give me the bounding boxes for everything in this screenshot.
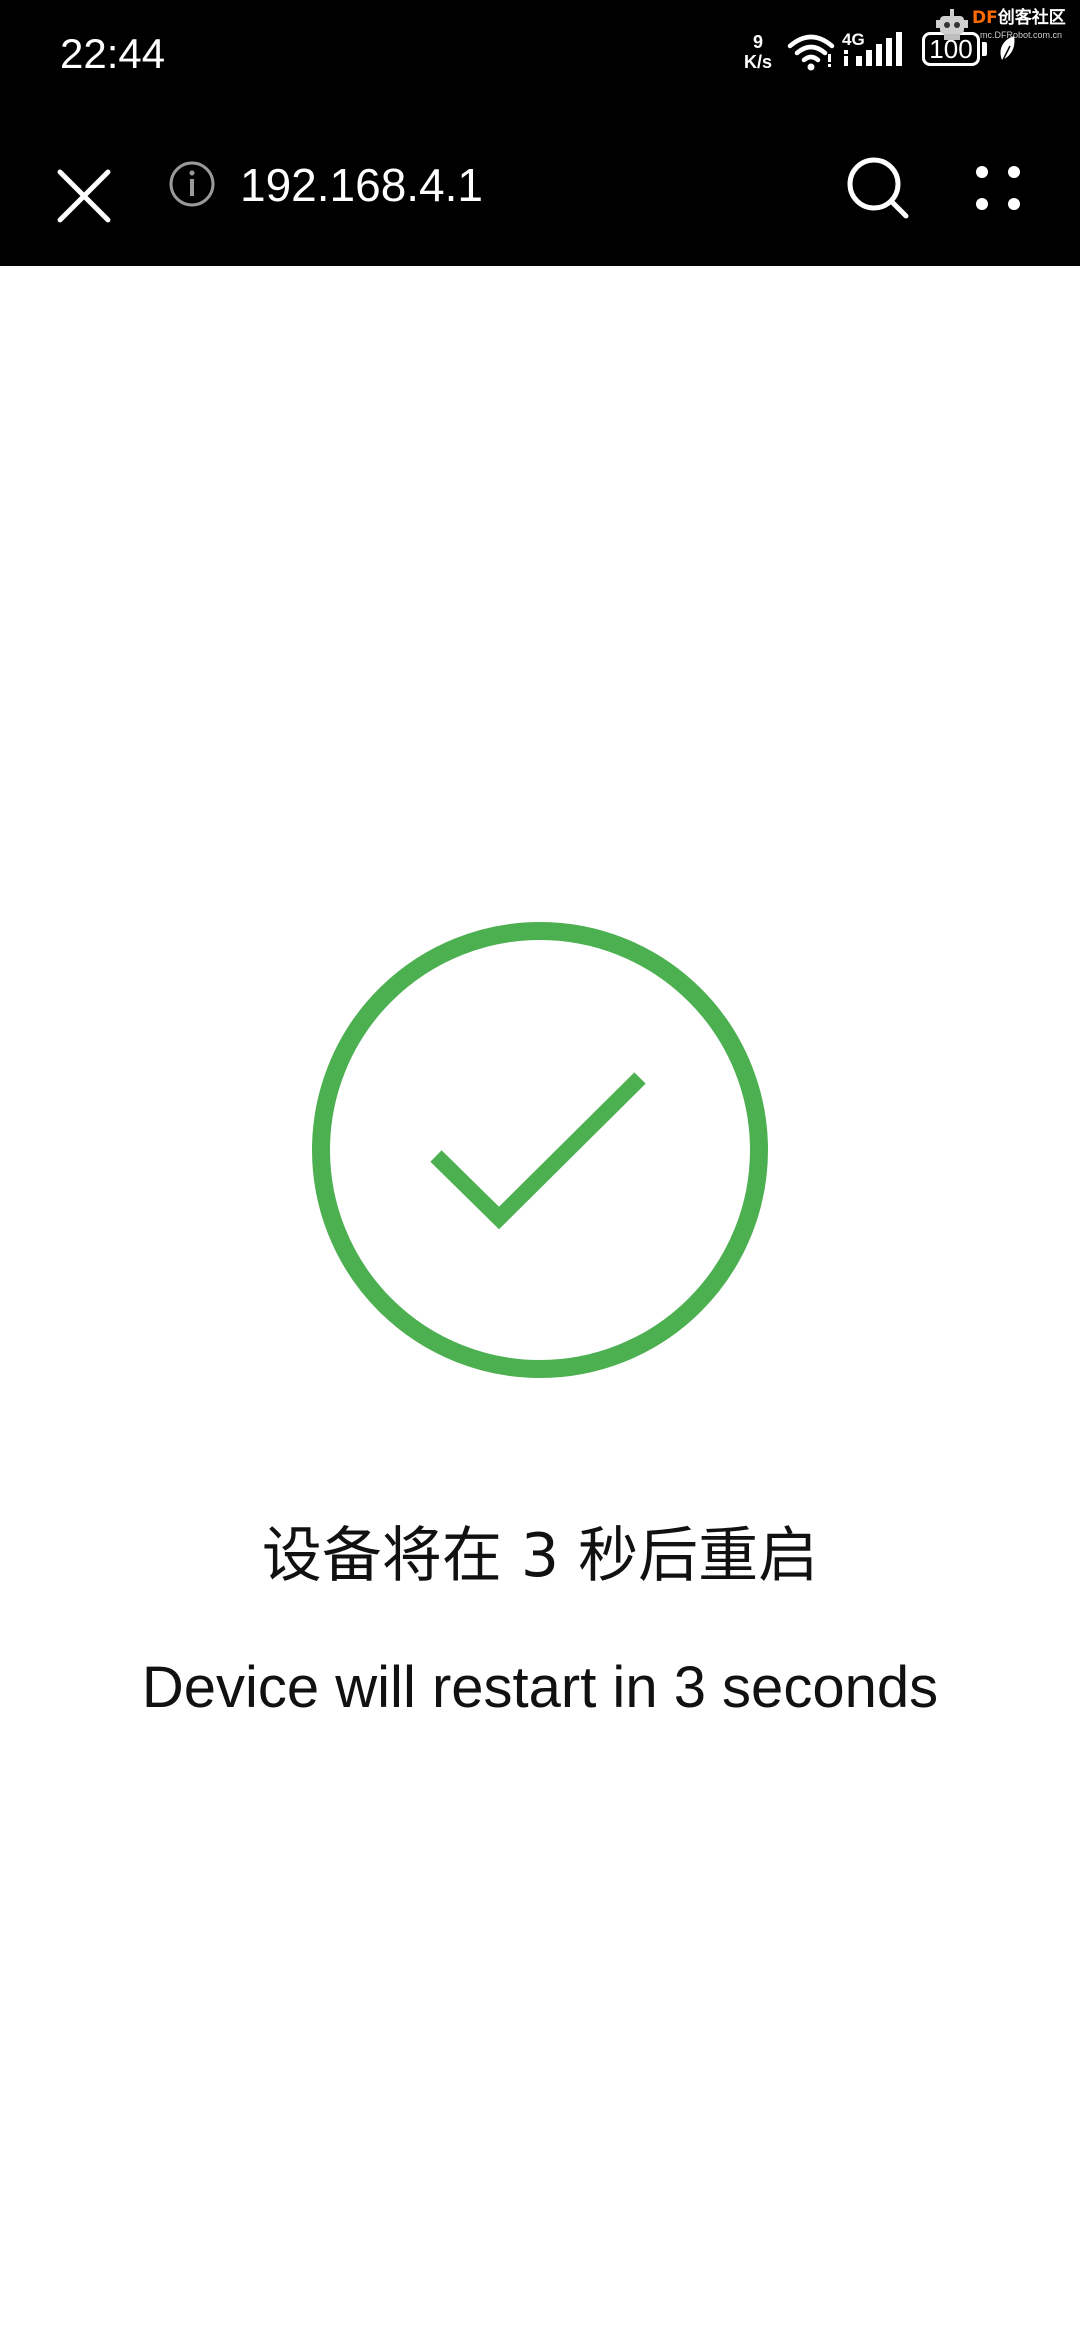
- address-bar-url[interactable]: 192.168.4.1: [240, 152, 483, 218]
- status-bar: 22:44 9 K/s 4G 100 DF创客社区 mc.DFRobot.com…: [0, 0, 1080, 112]
- cell-type-label: 4G: [842, 30, 865, 49]
- network-speed: 9 K/s: [738, 32, 778, 72]
- screen: 22:44 9 K/s 4G 100 DF创客社区 mc.DFRobot.com…: [0, 0, 1080, 2340]
- close-button[interactable]: [46, 158, 122, 234]
- watermark: DF创客社区 mc.DFRobot.com.cn: [924, 4, 1074, 48]
- robot-logo-icon: [936, 9, 968, 40]
- network-speed-unit: K/s: [743, 52, 772, 72]
- wifi-icon: [787, 34, 835, 71]
- more-menu-button[interactable]: [958, 148, 1038, 228]
- more-icon: [976, 166, 1020, 210]
- check-circle-icon: [312, 922, 768, 1378]
- search-icon: [847, 157, 909, 219]
- watermark-brand: DF创客社区: [972, 8, 1066, 28]
- watermark-url: mc.DFRobot.com.cn: [980, 30, 1063, 40]
- restart-message-zh: 设备将在 3 秒后重启: [261, 1521, 819, 1591]
- browser-toolbar: 192.168.4.1: [0, 112, 1080, 266]
- network-speed-value: 9: [752, 32, 763, 52]
- restart-message-en: Device will restart in 3 seconds: [141, 1655, 939, 1720]
- info-icon[interactable]: [166, 158, 218, 210]
- search-button[interactable]: [838, 148, 918, 228]
- status-time: 22:44: [60, 30, 166, 77]
- close-icon: [57, 169, 111, 223]
